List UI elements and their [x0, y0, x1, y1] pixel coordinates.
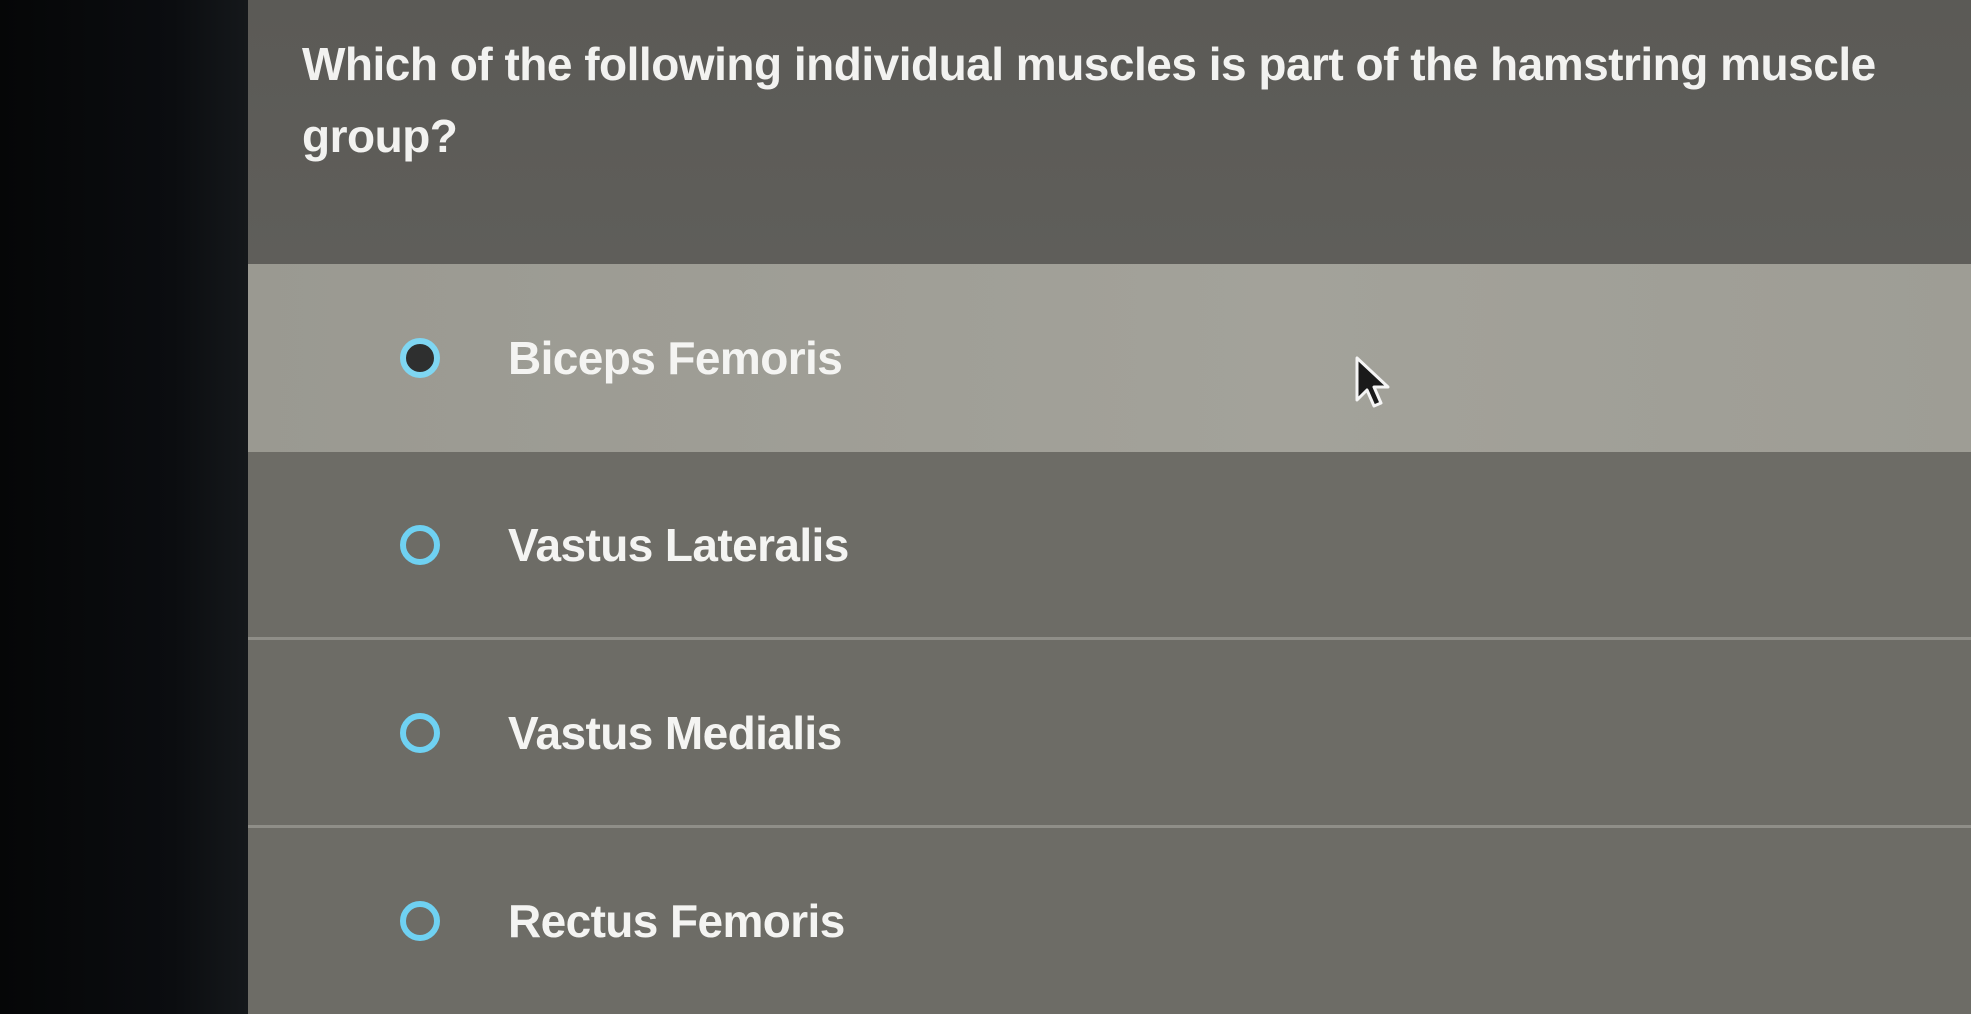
option-label: Vastus Medialis	[508, 706, 842, 759]
question-area: Which of the following individual muscle…	[248, 0, 1971, 264]
screen: Which of the following individual muscle…	[0, 0, 1971, 1014]
radio-button-icon[interactable]	[400, 338, 440, 378]
option-rectus-femoris[interactable]: Rectus Femoris	[248, 828, 1971, 1014]
radio-button-icon[interactable]	[400, 712, 440, 753]
radio-button-icon[interactable]	[400, 901, 440, 941]
option-label: Rectus Femoris	[508, 895, 845, 947]
option-label: Vastus Lateralis	[508, 518, 849, 571]
option-vastus-lateralis[interactable]: Vastus Lateralis	[248, 452, 1971, 640]
screen-bezel	[0, 0, 248, 1014]
option-label: Biceps Femoris	[508, 332, 843, 384]
radio-button-icon[interactable]	[400, 524, 440, 565]
question-text: Which of the following individual muscle…	[302, 38, 1876, 162]
option-biceps-femoris[interactable]: Biceps Femoris	[248, 264, 1971, 452]
answer-options: Biceps Femoris Vastus Lateralis Vastus M…	[248, 264, 1971, 1014]
quiz-panel: Which of the following individual muscle…	[248, 0, 1971, 1014]
option-vastus-medialis[interactable]: Vastus Medialis	[248, 640, 1971, 828]
